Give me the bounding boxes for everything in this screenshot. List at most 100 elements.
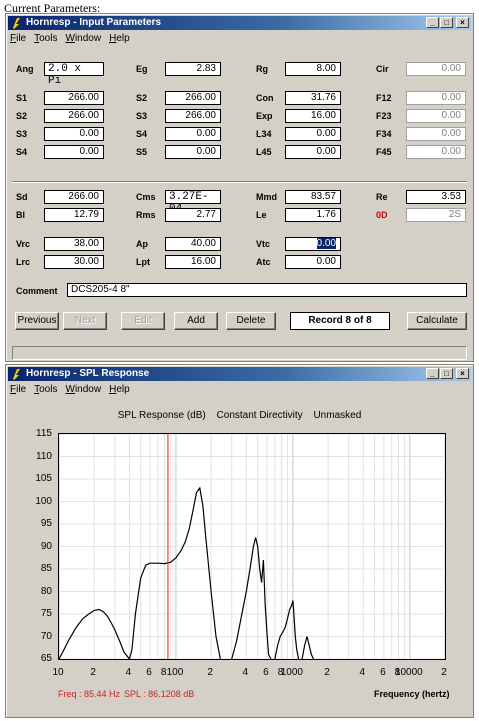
menu-help[interactable]: Help — [109, 383, 130, 397]
param-field-le[interactable]: 1.76 — [285, 208, 341, 222]
param-field-ap[interactable]: 40.00 — [165, 237, 221, 251]
param-field-s2[interactable]: 266.00 — [44, 109, 104, 123]
param-field-cir[interactable]: 0.00 — [406, 62, 466, 76]
param-field-vrc[interactable]: 38.00 — [44, 237, 104, 251]
param-field-s4[interactable]: 0.00 — [165, 127, 221, 141]
x-tick-label: 2 — [324, 667, 330, 678]
param-label-l45: L45 — [256, 147, 272, 157]
param-label-s2: S2 — [16, 111, 28, 121]
y-tick-label: 95 — [40, 518, 52, 529]
param-label-f45: F45 — [376, 147, 392, 157]
calculate-button[interactable]: Calculate — [407, 312, 467, 330]
y-tick-label: 100 — [35, 495, 52, 507]
param-label-rms: Rms — [136, 210, 156, 220]
param-label-re: Re — [376, 192, 388, 202]
comment-label: Comment — [16, 286, 58, 296]
spl-window-title: Hornresp - SPL Response — [26, 368, 150, 379]
maximize-button[interactable]: □ — [440, 368, 453, 379]
previous-button[interactable]: Previous — [15, 312, 59, 330]
minimize-button[interactable]: _ — [426, 368, 439, 379]
param-field-l45[interactable]: 0.00 — [285, 145, 341, 159]
menu-file[interactable]: File — [10, 383, 26, 397]
param-field-bl[interactable]: 12.79 — [44, 208, 104, 222]
param-field-eg[interactable]: 2.83 — [165, 62, 221, 76]
param-field-mmd[interactable]: 83.57 — [285, 190, 341, 204]
x-tick-label: 2 — [207, 667, 213, 678]
param-field-f23[interactable]: 0.00 — [406, 109, 466, 123]
edit-button[interactable]: Edit — [121, 312, 165, 330]
menu-tools[interactable]: Tools — [34, 383, 57, 397]
param-label-cir: Cir — [376, 64, 389, 74]
param-label-le: Le — [256, 210, 267, 220]
y-tick-label: 90 — [40, 540, 52, 552]
x-tick-label: 10000 — [394, 667, 423, 678]
maximize-button[interactable]: □ — [440, 17, 453, 28]
menu-window[interactable]: Window — [65, 383, 101, 397]
close-button[interactable]: × — [456, 17, 469, 28]
add-button[interactable]: Add — [174, 312, 218, 330]
param-label-s1: S1 — [16, 93, 28, 103]
delete-button[interactable]: Delete — [226, 312, 276, 330]
param-field-s3[interactable]: 266.00 — [165, 109, 221, 123]
param-field-f12[interactable]: 0.00 — [406, 91, 466, 105]
param-field-rg[interactable]: 8.00 — [285, 62, 341, 76]
spl-chart — [58, 433, 446, 661]
param-field-re[interactable]: 3.53 — [406, 190, 466, 204]
param-field-s1[interactable]: 266.00 — [44, 91, 104, 105]
menu-file[interactable]: File — [10, 32, 26, 46]
param-field-l34[interactable]: 0.00 — [285, 127, 341, 141]
param-field-s5[interactable]: 0.00 — [165, 145, 221, 159]
param-field-s4[interactable]: 0.00 — [44, 145, 104, 159]
hornresp-logo-icon — [13, 18, 20, 29]
param-field-lpt[interactable]: 16.00 — [165, 255, 221, 269]
param-label-f12: F12 — [376, 93, 392, 103]
frequency-readout: Freq : 85.44 Hz — [58, 689, 121, 699]
input-window-menubar: File Tools Window Help — [10, 32, 130, 46]
param-field-vtc[interactable]: 0.00 — [285, 237, 341, 251]
param-label-atc: Atc — [256, 257, 271, 267]
param-label-con: Con — [256, 93, 274, 103]
param-label-s5: S5 — [136, 147, 148, 157]
param-field-lrc[interactable]: 30.00 — [44, 255, 104, 269]
chart-title: SPL Response (dB) — [117, 410, 206, 421]
close-button[interactable]: × — [456, 368, 469, 379]
param-label-rg: Rg — [256, 64, 268, 74]
param-field-ang[interactable]: 2.0 x Pi — [44, 62, 104, 87]
next-button[interactable]: Next — [63, 312, 107, 330]
param-label-eg: Eg — [136, 64, 148, 74]
y-tick-label: 65 — [40, 653, 52, 664]
y-tick-label: 105 — [35, 473, 52, 484]
y-tick-label: 110 — [36, 450, 52, 462]
param-label-s4: S4 — [136, 129, 148, 139]
param-label-vtc: Vtc — [256, 239, 271, 249]
param-field-s2[interactable]: 266.00 — [165, 91, 221, 105]
menu-help[interactable]: Help — [109, 32, 130, 46]
param-field-f45[interactable]: 0.00 — [406, 145, 466, 159]
input-window-title: Hornresp - Input Parameters — [26, 17, 162, 28]
chart-mode-mask: Unmasked — [313, 410, 362, 421]
menu-tools[interactable]: Tools — [34, 32, 57, 46]
y-tick-label: 115 — [36, 428, 52, 439]
spl-plot-area[interactable] — [58, 433, 446, 661]
separator — [12, 181, 467, 183]
param-field-cms[interactable]: 3.27E-04 — [165, 190, 221, 215]
param-label-s4: S4 — [16, 147, 28, 157]
param-label-lpt: Lpt — [136, 257, 150, 267]
param-field-sd[interactable]: 266.00 — [44, 190, 104, 204]
param-field-atc[interactable]: 0.00 — [285, 255, 341, 269]
input-window-titlebar: Hornresp - Input Parameters _ □ × — [8, 16, 471, 30]
param-field-exp[interactable]: 16.00 — [285, 109, 341, 123]
param-field-0d[interactable]: 2S — [406, 208, 466, 222]
menu-window[interactable]: Window — [65, 32, 101, 46]
comment-field[interactable]: DCS205-4 8" — [67, 283, 467, 297]
param-field-f34[interactable]: 0.00 — [406, 127, 466, 141]
param-field-con[interactable]: 31.76 — [285, 91, 341, 105]
param-label-f34: F34 — [376, 129, 392, 139]
param-label-s2: S2 — [136, 93, 148, 103]
param-field-rms[interactable]: 2.77 — [165, 208, 221, 222]
x-tick-label: 2 — [90, 667, 96, 678]
param-field-s3[interactable]: 0.00 — [44, 127, 104, 141]
minimize-button[interactable]: _ — [426, 17, 439, 28]
y-tick-label: 70 — [40, 630, 52, 642]
param-label-exp: Exp — [256, 111, 273, 121]
